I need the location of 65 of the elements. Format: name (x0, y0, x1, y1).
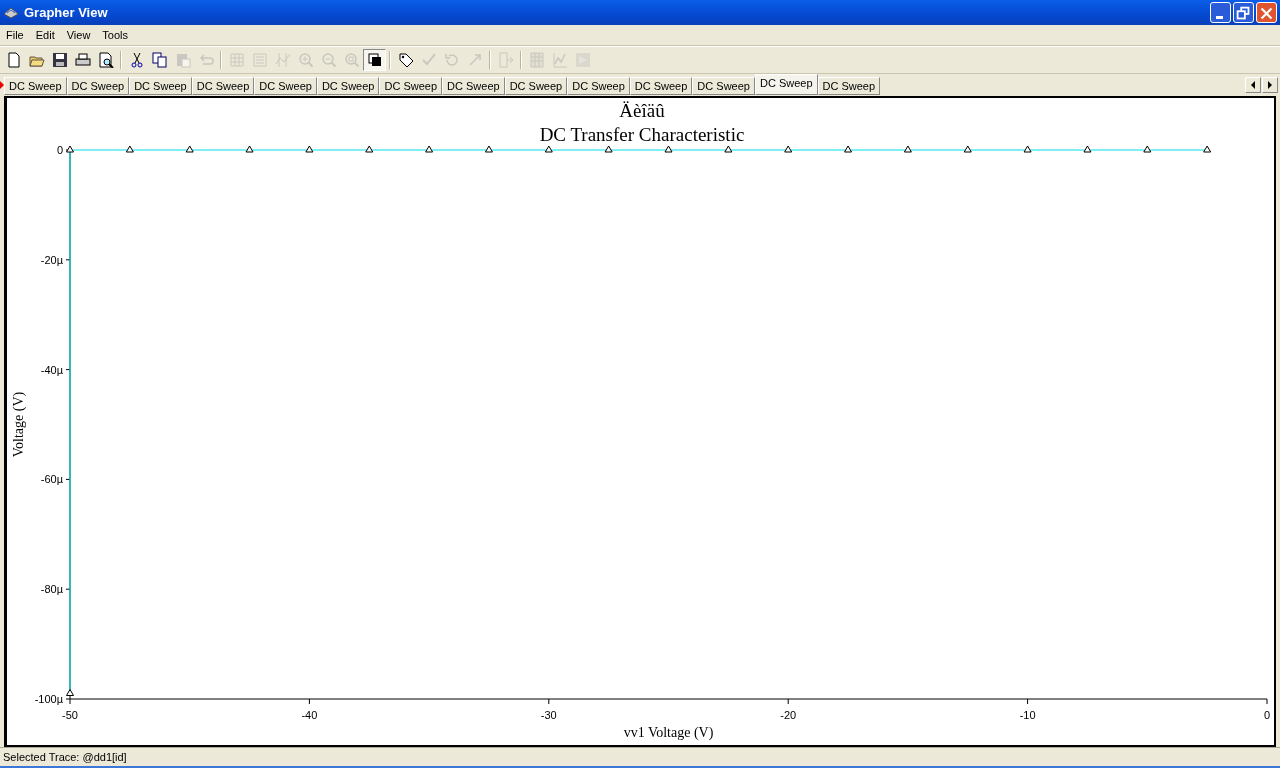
y-tick-label: 0 (56, 143, 63, 156)
chart-title: DC Transfer Characteristic (539, 123, 745, 145)
tab[interactable]: DC Sweep (629, 76, 693, 95)
triangle-marker (125, 145, 134, 153)
triangle-marker (185, 145, 194, 153)
triangle-marker (245, 145, 254, 153)
tab[interactable]: DC Sweep (191, 76, 255, 95)
triangle-marker (903, 145, 912, 153)
tab[interactable]: DC Sweep (692, 76, 755, 95)
triangle-marker (1023, 145, 1032, 153)
triangle-marker (963, 145, 972, 153)
overlay-icon[interactable] (363, 48, 386, 71)
y-axis-label: Voltage (V) (11, 391, 26, 458)
tab[interactable]: DC Sweep (817, 76, 881, 95)
menu-item[interactable]: Tools (96, 28, 135, 41)
triangle-marker (484, 145, 493, 153)
chart-title: Äèîäû (619, 99, 665, 121)
triangle-marker (66, 145, 74, 153)
y-tick-label: -100µ (34, 692, 63, 705)
y-tick-label: -60µ (40, 473, 63, 486)
x-tick-label: 0 (1263, 708, 1271, 721)
triangle-marker (544, 145, 553, 153)
x-tick-label: -10 (1019, 708, 1036, 721)
x-tick-label: -40 (301, 708, 318, 721)
minimize-icon (1216, 16, 1223, 19)
triangle-marker (1083, 145, 1092, 153)
x-tick-label: -30 (540, 708, 557, 721)
x-axis-label: vv1 Voltage (V) (623, 724, 714, 740)
menu-item[interactable]: View (60, 28, 97, 41)
triangle-marker (1203, 145, 1212, 153)
x-tick-label: -20 (780, 708, 797, 721)
triangle-marker (365, 145, 374, 153)
tab[interactable]: DC Sweep (567, 76, 630, 95)
scroll-left-button[interactable] (1245, 76, 1261, 93)
left-arrow-icon (1249, 80, 1257, 89)
right-arrow-icon (1266, 80, 1274, 89)
triangle-marker (1143, 145, 1152, 153)
triangle-marker (844, 145, 853, 153)
triangle-marker (724, 145, 733, 153)
menu-item[interactable]: Edit (29, 28, 61, 41)
tab[interactable]: DC Sweep (316, 76, 380, 95)
triangle-marker (784, 145, 793, 153)
scroll-right-button[interactable] (1262, 76, 1278, 93)
triangle-marker (664, 145, 673, 153)
window-title: Grapher View (24, 5, 108, 20)
close-button[interactable] (1256, 2, 1277, 23)
tab[interactable]: DC Sweep (254, 76, 317, 95)
minimize-button[interactable] (1210, 2, 1231, 23)
tab[interactable]: DC Sweep (442, 76, 505, 95)
tab[interactable]: DC Sweep (4, 76, 67, 95)
y-tick-label: -20µ (40, 253, 63, 266)
tab[interactable]: DC Sweep (129, 76, 192, 95)
status-text: Selected Trace: @dd1[id] (3, 751, 127, 763)
y-tick-label: -40µ (40, 363, 63, 376)
menu-item[interactable]: File (0, 28, 30, 41)
tab[interactable]: DC Sweep (379, 76, 443, 95)
triangle-marker (425, 145, 434, 153)
restore-button[interactable] (1233, 2, 1254, 23)
x-tick-label: -50 (62, 708, 78, 721)
triangle-marker (305, 145, 314, 153)
tab[interactable]: DC Sweep (66, 76, 130, 95)
y-tick-label: -80µ (40, 583, 63, 596)
triangle-marker (66, 688, 74, 696)
tab[interactable]: DC Sweep (504, 76, 568, 95)
triangle-marker (604, 145, 613, 153)
